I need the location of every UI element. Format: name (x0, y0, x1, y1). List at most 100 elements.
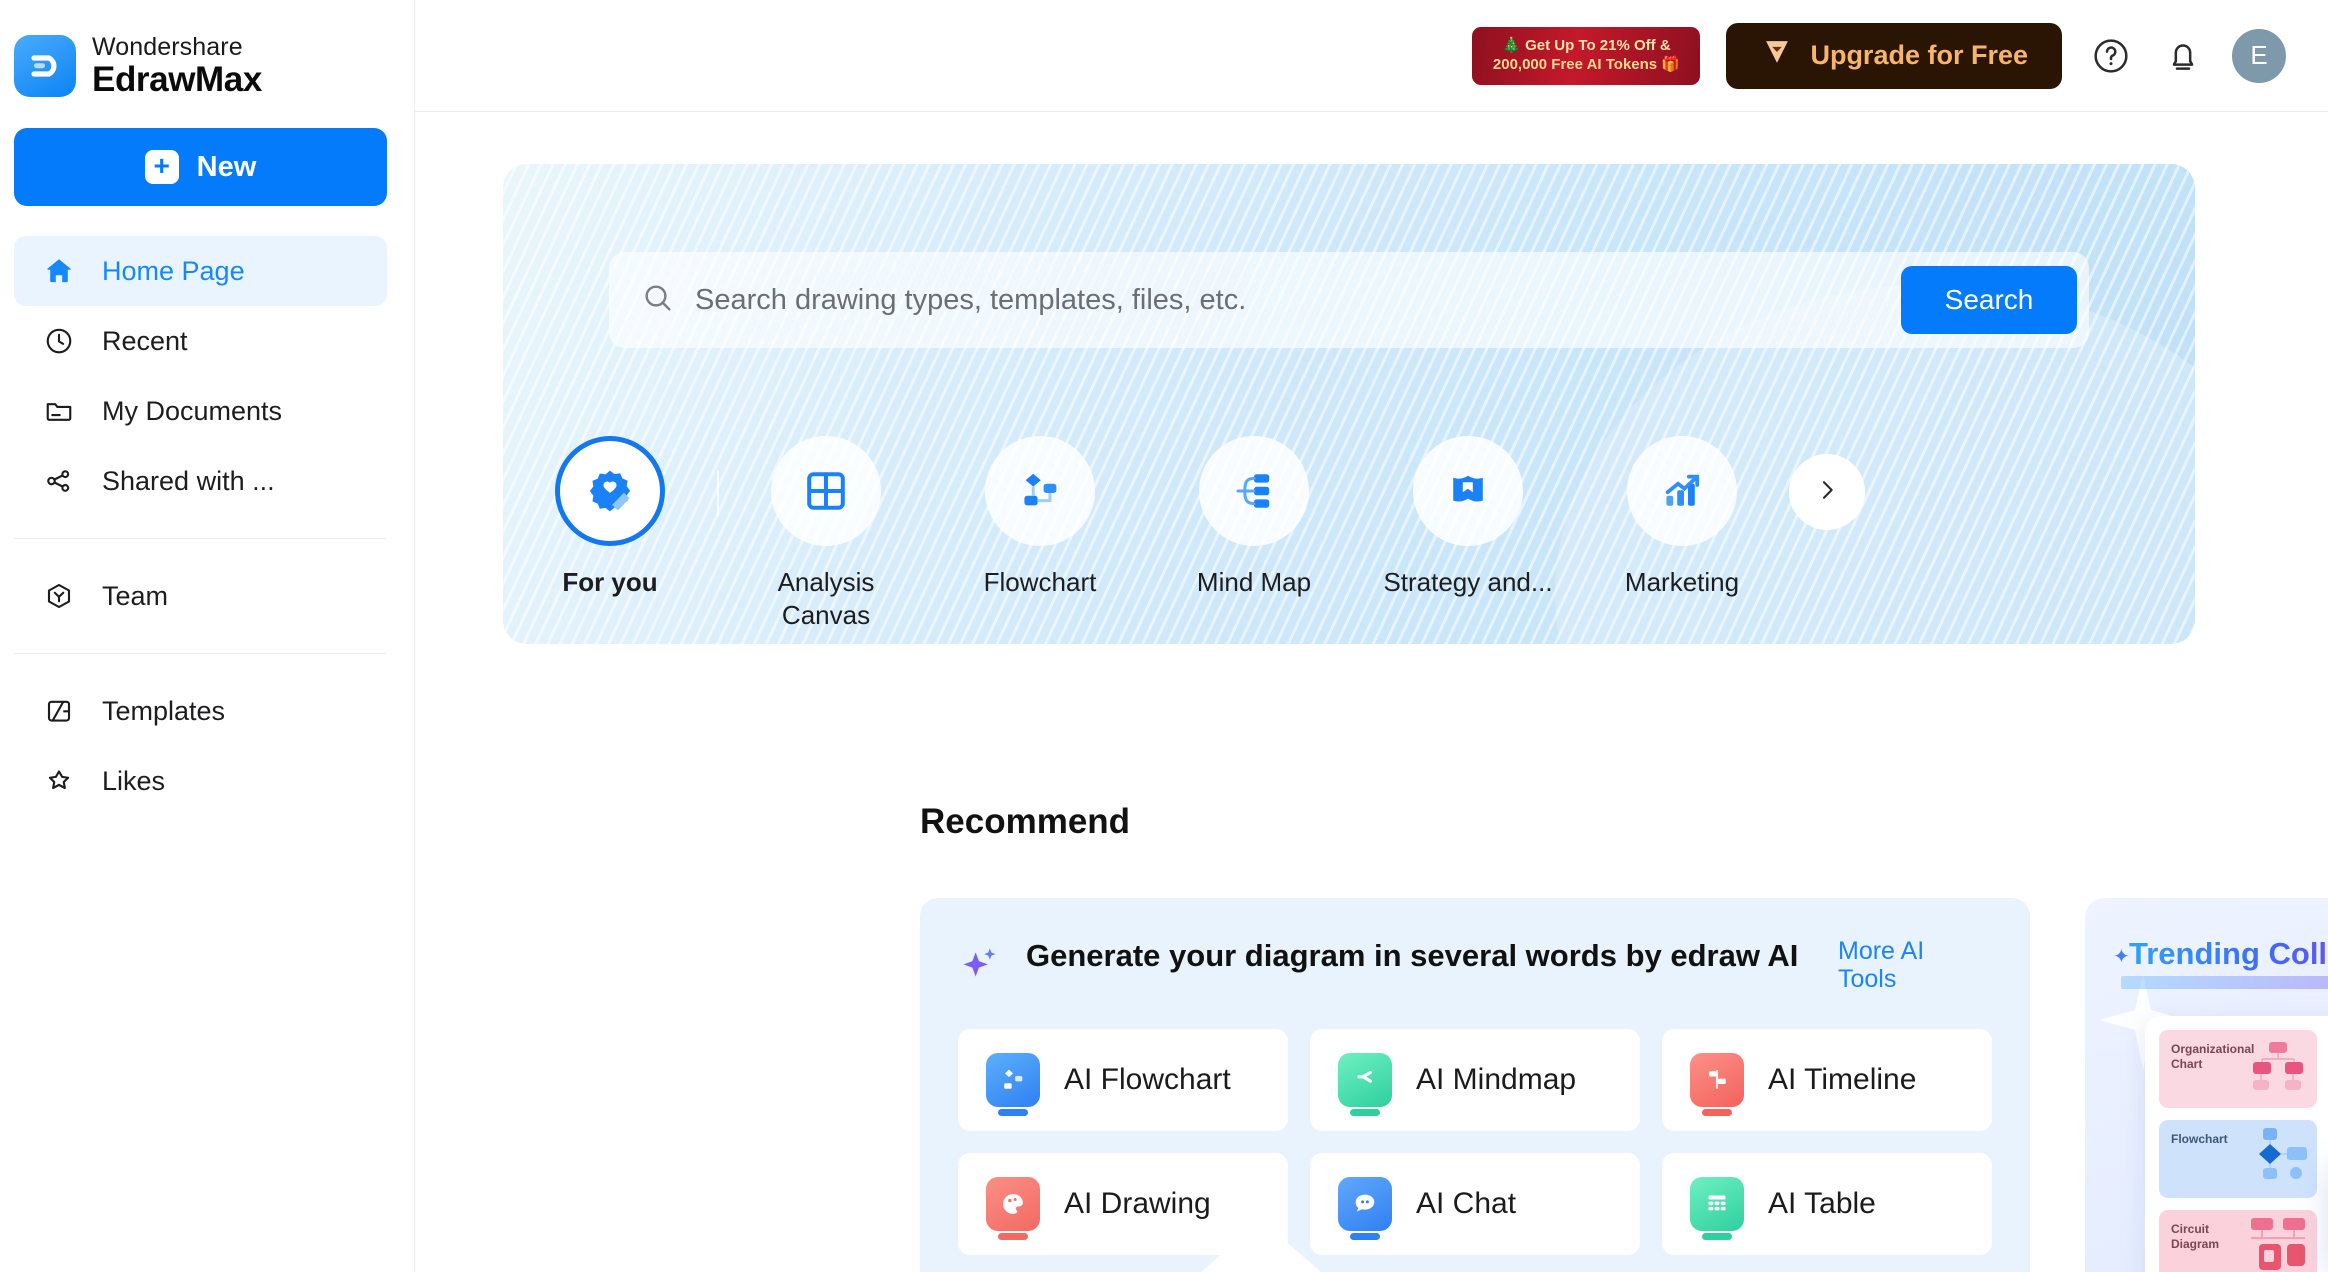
ai-tool-label: AI Timeline (1768, 1063, 1917, 1096)
main-area: 🎄 Get Up To 21% Off & 200,000 Free AI To… (415, 0, 2328, 1272)
home-icon (42, 254, 76, 288)
promo-line-1: 🎄 Get Up To 21% Off & (1502, 36, 1671, 54)
thumbnail-label: Circuit Diagram (2171, 1222, 2220, 1251)
sidebar-item-label: Shared with ... (102, 465, 275, 496)
search-button[interactable]: Search (1901, 266, 2077, 334)
ai-tool-table[interactable]: AI Table (1662, 1153, 1992, 1255)
brand[interactable]: Wondershare EdrawMax (0, 0, 414, 112)
clock-icon (42, 324, 76, 358)
folder-icon (42, 394, 76, 428)
trending-collections-title: Trending Collections (2129, 936, 2328, 972)
sidebar-item-home-page[interactable]: Home Page (14, 236, 387, 306)
category-strategy-and[interactable]: Strategy and... (1361, 436, 1575, 599)
diamond-icon (1760, 37, 1794, 74)
new-button[interactable]: + New (14, 128, 387, 206)
avatar-initial: E (2250, 40, 2268, 70)
sidebar-item-templates[interactable]: Templates (14, 676, 387, 746)
grid-four-icon (771, 436, 881, 546)
thumbnail-circuit-diagram[interactable]: Circuit Diagram (2159, 1210, 2317, 1272)
thumbnail-label: Organizational Chart (2171, 1042, 2255, 1071)
brand-text: Wondershare EdrawMax (92, 32, 262, 99)
help-circle-icon[interactable] (2088, 33, 2134, 79)
upgrade-button-label: Upgrade for Free (1810, 40, 2028, 70)
ai-mindmap-icon (1338, 1053, 1392, 1116)
brand-bottom-label: EdrawMax (92, 59, 262, 99)
ai-tool-label: AI Mindmap (1416, 1063, 1577, 1096)
plus-icon: + (144, 150, 179, 184)
ai-flowchart-icon (986, 1053, 1040, 1116)
search-input[interactable] (675, 283, 1901, 317)
upgrade-button[interactable]: Upgrade for Free (1726, 22, 2062, 89)
sidebar-item-recent[interactable]: Recent (14, 306, 387, 376)
sidebar-item-label: Team (102, 580, 169, 611)
sidebar-item-likes[interactable]: Likes (14, 746, 387, 816)
category-flowchart[interactable]: Flowchart (933, 436, 1147, 599)
share-nodes-icon (42, 464, 76, 498)
category-label: Strategy and... (1383, 567, 1553, 597)
more-ai-tools-link[interactable]: More AI Tools (1838, 936, 1956, 993)
recommend-section-title: Recommend (920, 802, 1131, 841)
sidebar-item-team[interactable]: Team (14, 561, 387, 631)
sidebar: Wondershare EdrawMax + New Home Page Rec… (0, 0, 415, 1272)
category-label: Analysis Canvas (777, 567, 875, 631)
brand-top-label: Wondershare (92, 32, 243, 61)
edraw-logo-icon (14, 35, 76, 97)
category-analysis-canvas[interactable]: Analysis Canvas (719, 436, 933, 633)
sparkle-icon (958, 942, 1004, 993)
app-root: Wondershare EdrawMax + New Home Page Rec… (0, 0, 2328, 1272)
sidebar-item-shared-with[interactable]: Shared with ... (14, 446, 387, 516)
cube-icon (42, 579, 76, 613)
sidebar-item-label: Home Page (102, 255, 245, 286)
promo-banner[interactable]: 🎄 Get Up To 21% Off & 200,000 Free AI To… (1472, 26, 1701, 85)
topbar: 🎄 Get Up To 21% Off & 200,000 Free AI To… (415, 0, 2328, 112)
ai-tool-mindmap[interactable]: AI Mindmap (1310, 1029, 1640, 1131)
star-icon (42, 764, 76, 798)
promo-line-2: 200,000 Free AI Tokens 🎁 (1492, 55, 1680, 73)
category-label: Flowchart (983, 567, 1097, 597)
thumbnail-organizational-chart[interactable]: Organizational Chart (2159, 1030, 2317, 1108)
mindmap-icon (1199, 436, 1309, 546)
sidebar-divider-2 (14, 653, 387, 654)
bell-icon[interactable] (2160, 33, 2206, 79)
category-row: For you Analysis Canvas Flowchart Mind M… (503, 436, 2195, 633)
search-icon (641, 281, 675, 320)
ai-tool-label: AI Flowchart (1064, 1063, 1231, 1096)
thumbnail-flowchart[interactable]: Flowchart (2159, 1120, 2317, 1198)
strategy-book-icon (1413, 436, 1523, 546)
category-for-you[interactable]: For you (503, 436, 717, 599)
ai-tool-label: AI Chat (1416, 1187, 1517, 1220)
ai-tool-flowchart[interactable]: AI Flowchart (958, 1029, 1288, 1131)
sidebar-divider-1 (14, 538, 387, 539)
sidebar-item-label: Templates (102, 695, 226, 726)
trending-title-underline (2121, 976, 2328, 989)
more-ai-tools-line-2: Tools (1838, 964, 1897, 993)
category-label: Marketing (1624, 567, 1740, 597)
sidebar-nav: Home Page Recent My Documents Shared wit… (0, 236, 414, 816)
templates-icon (42, 694, 76, 728)
sidebar-item-label: Likes (102, 765, 166, 796)
sparkle-small-icon: ✦ (2113, 946, 2130, 968)
category-label: For you (562, 567, 658, 597)
ai-tool-label: AI Drawing (1064, 1187, 1211, 1220)
search-bar[interactable]: Search (609, 252, 2089, 348)
ai-drawing-icon (986, 1177, 1040, 1240)
ai-tool-label: AI Table (1768, 1187, 1876, 1220)
category-mind-map[interactable]: Mind Map (1147, 436, 1361, 599)
ai-chat-icon (1338, 1177, 1392, 1240)
sidebar-item-my-documents[interactable]: My Documents (14, 376, 387, 446)
category-next-button[interactable] (1789, 454, 1865, 530)
sidebar-item-label: My Documents (102, 395, 283, 426)
category-marketing[interactable]: Marketing (1575, 436, 1789, 599)
ai-table-icon (1690, 1177, 1744, 1240)
chevron-right-icon (1813, 476, 1841, 509)
ai-tool-chat[interactable]: AI Chat (1310, 1153, 1640, 1255)
flowchart-icon (985, 436, 1095, 546)
new-button-label: New (196, 150, 257, 183)
hero-selected-pointer (1201, 1220, 1321, 1272)
ai-tool-timeline[interactable]: AI Timeline (1662, 1029, 1992, 1131)
trending-collections-card[interactable]: ✦ Trending Collections ✦ Organizational … (2085, 898, 2328, 1272)
ai-tools-grid: AI Flowchart AI Mindmap AI Timeline AI D… (958, 1029, 1992, 1255)
thumbnail-label: Flowchart (2171, 1132, 2228, 1146)
ai-timeline-icon (1690, 1053, 1744, 1116)
avatar[interactable]: E (2232, 28, 2286, 83)
